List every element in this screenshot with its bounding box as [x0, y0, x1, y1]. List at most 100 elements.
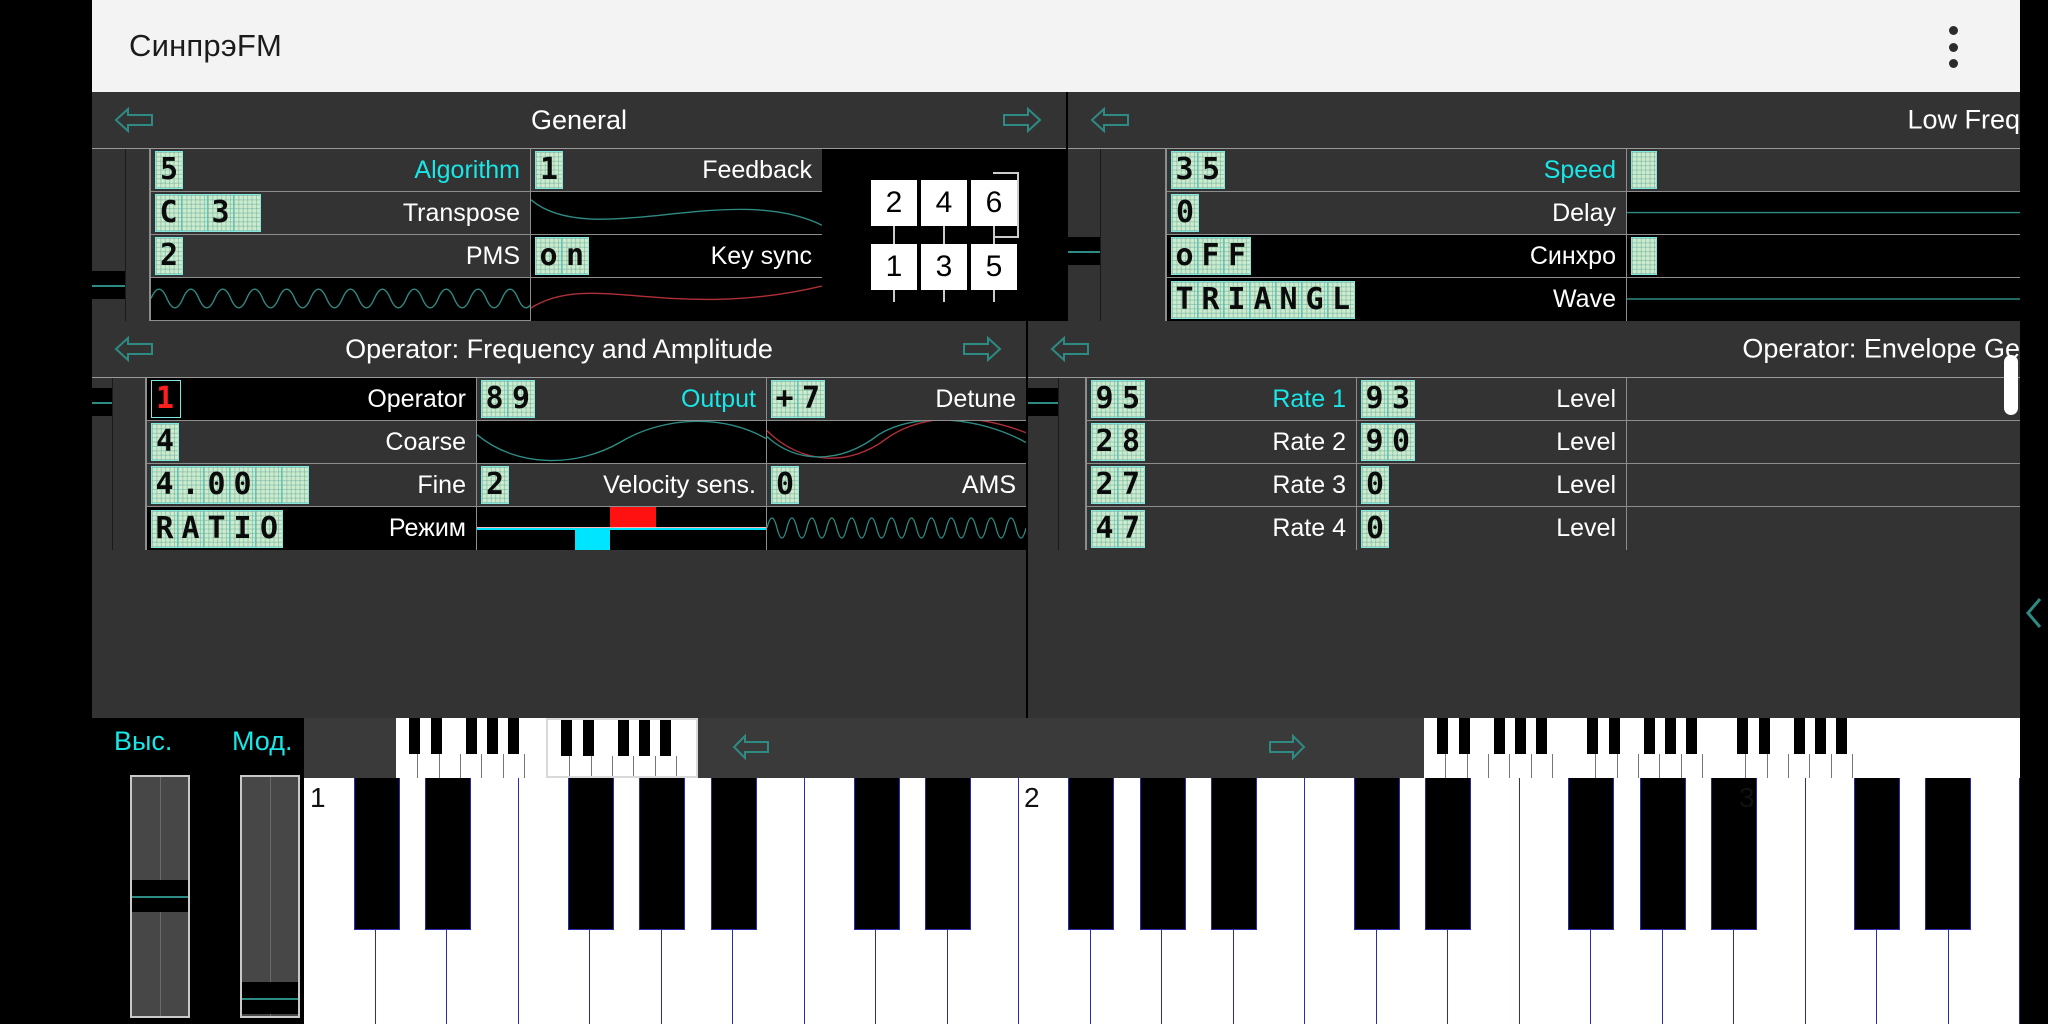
keyboard-scroll-left-arrow-icon[interactable] [732, 732, 770, 762]
row-rate-1[interactable]: 95 Rate 1 [1087, 378, 1356, 421]
black-key[interactable] [1354, 778, 1400, 930]
row-fine[interactable]: 4.00 Fine [147, 464, 476, 507]
prev-panel-arrow-icon[interactable] [1090, 105, 1130, 135]
mini-keyboard-right-3[interactable] [1724, 718, 2020, 778]
row-coarse[interactable]: 4 Coarse [147, 421, 476, 464]
row-level-1[interactable]: 93 Level [1357, 378, 1626, 421]
operator-box[interactable]: 1 [871, 244, 917, 290]
algorithm-diagram[interactable]: 2 4 6 1 3 5 [822, 149, 1066, 321]
black-key[interactable] [1425, 778, 1471, 930]
row-rate-3[interactable]: 27 Rate 3 [1087, 464, 1356, 507]
level-2-value-lcd[interactable]: 90 [1361, 423, 1415, 461]
mini-keyboard-left[interactable] [396, 718, 546, 778]
row-speed[interactable]: 35 Speed [1167, 149, 1626, 192]
scroll-thumb[interactable] [92, 388, 112, 416]
black-key[interactable] [854, 778, 900, 930]
black-key[interactable] [1640, 778, 1686, 930]
scroll-thumb[interactable] [1068, 237, 1100, 265]
black-key[interactable] [568, 778, 614, 930]
row-lfo-b-2[interactable] [1627, 235, 2046, 278]
velocity-sens-value-lcd[interactable]: 2 [481, 466, 509, 504]
black-key[interactable] [1854, 778, 1900, 930]
lfo-b-2-value-lcd[interactable] [1631, 237, 1657, 275]
row-key-sync[interactable]: on Key sync [531, 235, 822, 278]
panel-opfreq-scroll-gutter[interactable] [92, 378, 113, 550]
black-key[interactable] [1068, 778, 1114, 930]
prev-panel-arrow-icon[interactable] [1050, 334, 1090, 364]
keyboard-scroll-right-arrow-icon[interactable] [1268, 732, 1306, 762]
mode-value-lcd[interactable]: RATIO [151, 510, 283, 548]
pitch-wheel[interactable] [130, 775, 190, 1018]
output-value-lcd[interactable]: 89 [481, 380, 535, 418]
key-sync-value-lcd[interactable]: on [535, 237, 589, 275]
scroll-thumb[interactable] [92, 271, 125, 299]
detune-value-lcd[interactable]: +7 [771, 380, 825, 418]
row-mode[interactable]: RATIO Режим [147, 507, 476, 550]
coarse-value-lcd[interactable]: 4 [151, 423, 179, 461]
black-key[interactable] [1140, 778, 1186, 930]
row-velocity-sens[interactable]: 2 Velocity sens. [477, 464, 766, 507]
row-level-3[interactable]: 0 Level [1357, 464, 1626, 507]
rate-4-value-lcd[interactable]: 47 [1091, 510, 1145, 548]
row-sync[interactable]: oFF Синхро [1167, 235, 1626, 278]
panel-lfo-scroll-gutter[interactable] [1068, 149, 1101, 321]
black-key[interactable] [1211, 778, 1257, 930]
feedback-value-lcd[interactable]: 1 [535, 151, 563, 189]
algorithm-value-lcd[interactable]: 5 [155, 151, 183, 189]
row-eg-extra-4[interactable] [1627, 507, 2046, 550]
overflow-menu-button[interactable] [1948, 26, 1958, 68]
operator-box[interactable]: 4 [921, 180, 967, 226]
row-level-2[interactable]: 90 Level [1357, 421, 1626, 464]
row-eg-extra-2[interactable] [1627, 421, 2046, 464]
speed-value-lcd[interactable]: 35 [1171, 151, 1225, 189]
mini-keyboard-right-1[interactable] [1424, 718, 1574, 778]
row-delay[interactable]: 0 Delay [1167, 192, 1626, 235]
keyboard-overview-strip[interactable] [304, 718, 2020, 778]
mod-wheel[interactable] [240, 775, 300, 1018]
rate-3-value-lcd[interactable]: 27 [1091, 466, 1145, 504]
mod-wheel-handle[interactable] [242, 982, 298, 1014]
wave-value-lcd[interactable]: TRIANGL [1171, 281, 1355, 319]
black-key[interactable] [925, 778, 971, 930]
operator-box[interactable]: 3 [921, 244, 967, 290]
row-rate-2[interactable]: 28 Rate 2 [1087, 421, 1356, 464]
panel-general-scroll-gutter[interactable] [92, 149, 126, 321]
next-panel-arrow-icon[interactable] [1002, 105, 1042, 135]
mini-keyboard-right-2[interactable] [1574, 718, 1724, 778]
black-key[interactable] [1568, 778, 1614, 930]
mini-keyboard-viewport[interactable] [546, 718, 698, 778]
piano-keyboard[interactable]: 1 2 3 [304, 778, 2020, 1024]
row-eg-extra-3[interactable] [1627, 464, 2046, 507]
operator-box[interactable]: 5 [971, 244, 1017, 290]
operator-box[interactable]: 6 [971, 180, 1017, 226]
operator-box[interactable]: 2 [871, 180, 917, 226]
fine-value-lcd[interactable]: 4.00 [151, 466, 309, 504]
row-level-4[interactable]: 0 Level [1357, 507, 1626, 550]
row-feedback[interactable]: 1 Feedback [531, 149, 822, 192]
delay-value-lcd[interactable]: 0 [1171, 194, 1199, 232]
row-algorithm[interactable]: 5 Algorithm [151, 149, 530, 192]
row-rate-4[interactable]: 47 Rate 4 [1087, 507, 1356, 550]
transpose-value-lcd[interactable]: C 3 [155, 194, 261, 232]
row-operator[interactable]: 1 Operator [147, 378, 476, 421]
operator-value-lcd[interactable]: 1 [151, 380, 181, 418]
rate-2-value-lcd[interactable]: 28 [1091, 423, 1145, 461]
next-panel-arrow-icon[interactable] [962, 334, 1002, 364]
row-ams[interactable]: 0 AMS [767, 464, 1026, 507]
black-key[interactable] [711, 778, 757, 930]
scroll-thumb[interactable] [1028, 388, 1058, 416]
row-detune[interactable]: +7 Detune [767, 378, 1026, 421]
level-1-value-lcd[interactable]: 93 [1361, 380, 1415, 418]
level-4-value-lcd[interactable]: 0 [1361, 510, 1389, 548]
pms-value-lcd[interactable]: 2 [155, 237, 183, 275]
lfo-b-1-value-lcd[interactable] [1631, 151, 1657, 189]
row-transpose[interactable]: C 3 Transpose [151, 192, 530, 235]
black-key[interactable] [1925, 778, 1971, 930]
row-pms[interactable]: 2 PMS [151, 235, 530, 278]
panel-opeg-scroll-gutter[interactable] [1028, 378, 1059, 550]
rate-1-value-lcd[interactable]: 95 [1091, 380, 1145, 418]
row-lfo-b-1[interactable] [1627, 149, 2046, 192]
page-scroll-indicator[interactable] [2004, 355, 2018, 415]
black-key[interactable] [354, 778, 400, 930]
sync-value-lcd[interactable]: oFF [1171, 237, 1251, 275]
